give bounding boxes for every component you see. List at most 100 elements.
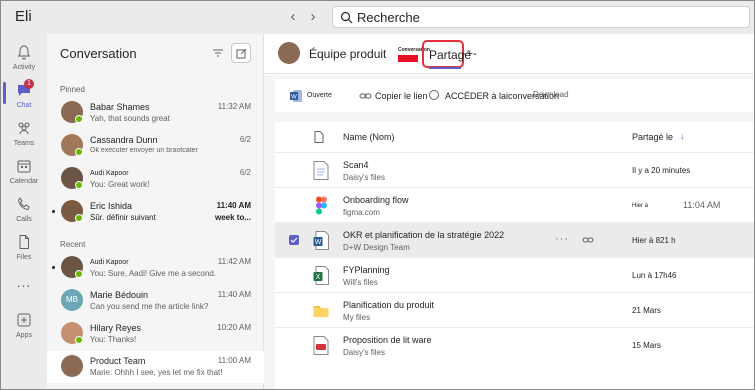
file-row[interactable]: X FYPlanning Will's files Lun à 17h46 bbox=[275, 257, 754, 292]
chat-bubble-icon bbox=[429, 90, 439, 100]
file-name: Onboarding flow bbox=[343, 195, 409, 205]
chat-item[interactable]: Audi Kapoor You: Sure, Aadi! Give me a s… bbox=[47, 252, 264, 284]
main-content: Équipe produit Conversation Partagé -+- … bbox=[264, 34, 754, 389]
chat-preview: Can you send me the article link? bbox=[90, 302, 209, 311]
chat-item-selected[interactable]: Product Team Marie: Ohhh I see, yes let … bbox=[47, 351, 264, 383]
link-icon bbox=[359, 93, 372, 99]
file-location: D+W Design Team bbox=[343, 243, 410, 252]
chat-item[interactable]: Eric Ishida Sûr. définir suivant 11:40 A… bbox=[47, 196, 264, 228]
rail-label: Chat bbox=[16, 102, 32, 109]
calendar-icon bbox=[17, 160, 31, 173]
chat-header: Équipe produit Conversation Partagé -+- bbox=[264, 34, 754, 74]
checkmark-icon bbox=[290, 237, 298, 243]
chat-preview: Ok exécuter envoyer un braotcater bbox=[90, 147, 198, 154]
rail-item-files[interactable]: Files bbox=[1, 228, 47, 268]
chat-name: Hilary Reyes bbox=[90, 323, 142, 333]
file-location: Will's files bbox=[343, 278, 378, 287]
chat-item[interactable]: Cassandra Dunn Ok exécuter envoyer un br… bbox=[47, 130, 264, 162]
file-location: Daisy's files bbox=[343, 348, 385, 357]
chat-preview: Yah, that sounds great bbox=[90, 114, 170, 123]
file-row[interactable]: Onboarding flow figma.com Hier à 11:04 A… bbox=[275, 187, 754, 222]
svg-text:X: X bbox=[316, 274, 321, 281]
open-button[interactable]: Ouverte bbox=[307, 92, 332, 99]
chat-name: Audi Kapoor bbox=[90, 259, 129, 266]
file-location: My files bbox=[343, 313, 371, 322]
rail-item-activity[interactable]: Activity bbox=[1, 38, 47, 78]
avatar-initials: MB bbox=[66, 295, 78, 304]
chat-time: 6/2 bbox=[239, 135, 251, 144]
presence-available-icon bbox=[75, 270, 83, 278]
more-apps-icon[interactable]: ... bbox=[1, 274, 47, 290]
search-icon bbox=[340, 11, 353, 24]
row-checkbox[interactable] bbox=[289, 235, 299, 245]
chat-time: 11:42 AM bbox=[217, 257, 251, 266]
chat-name: Cassandra Dunn bbox=[90, 135, 158, 145]
file-name: Scan4 bbox=[343, 160, 369, 170]
tab-add[interactable]: -+- bbox=[463, 48, 477, 60]
file-row-selected[interactable]: W OKR et planification de la stratégie 2… bbox=[275, 222, 754, 257]
file-location: figma.com bbox=[343, 208, 380, 217]
chat-badge: 1 bbox=[24, 79, 34, 89]
chat-time: 6/2 bbox=[239, 168, 251, 177]
file-location: Daisy's files bbox=[343, 173, 385, 182]
file-name: FYPlanning bbox=[343, 265, 390, 275]
unread-dot bbox=[52, 210, 55, 213]
presence-available-icon bbox=[75, 336, 83, 344]
column-shared[interactable]: Partagé le bbox=[632, 122, 673, 152]
unread-dot bbox=[52, 266, 55, 269]
sort-descending-icon[interactable]: ↓ bbox=[680, 131, 685, 141]
shared-date: 21 Mars bbox=[632, 306, 661, 315]
app-rail: Activity 1 Chat Teams Calendar Calls Fil… bbox=[1, 34, 47, 389]
chat-item[interactable]: Audi Kapoor You: Great work! 6/2 bbox=[47, 163, 264, 195]
files-table: Name (Nom) Partagé le ↓ Scan4 Daisy's fi… bbox=[275, 122, 754, 389]
panel-title: Conversation bbox=[60, 46, 137, 61]
forward-arrow-icon[interactable]: › bbox=[306, 9, 320, 25]
copy-link-button[interactable]: Copier le lien bbox=[375, 91, 428, 101]
document-file-icon bbox=[313, 161, 329, 180]
pdf-file-icon bbox=[313, 336, 329, 355]
group-name: Équipe produit bbox=[309, 47, 387, 61]
rail-item-chat[interactable]: 1 Chat bbox=[1, 76, 47, 116]
title-bar: Eli ‹ › Recherche bbox=[1, 1, 754, 34]
chat-item[interactable]: MB Marie Bédouin Can you send me the art… bbox=[47, 285, 264, 317]
shared-date: Il y a 20 minutes bbox=[632, 166, 691, 175]
link-icon[interactable] bbox=[582, 235, 594, 245]
excel-file-icon: X bbox=[313, 266, 329, 285]
file-name: OKR et planification de la stratégie 202… bbox=[343, 230, 505, 240]
filter-icon[interactable] bbox=[212, 47, 224, 59]
search-input[interactable]: Recherche bbox=[332, 6, 750, 28]
file-name: Proposition de lit ware bbox=[343, 335, 432, 345]
file-row[interactable]: Proposition de lit ware Daisy's files 15… bbox=[275, 327, 754, 362]
rail-item-teams[interactable]: Teams bbox=[1, 114, 47, 154]
file-row[interactable]: Planification du produit My files 21 Mar… bbox=[275, 292, 754, 327]
file-name: Planification du produit bbox=[343, 300, 435, 310]
chat-name: Audi Kapoor bbox=[90, 170, 129, 177]
column-name[interactable]: Name (Nom) bbox=[343, 122, 395, 152]
rail-label: Apps bbox=[16, 332, 32, 339]
shared-time: 11:04 AM bbox=[683, 200, 721, 210]
back-arrow-icon[interactable]: ‹ bbox=[286, 9, 300, 25]
chat-time: 11:32 AM bbox=[217, 102, 251, 111]
shared-date: Hier à bbox=[632, 203, 649, 209]
rail-item-calendar[interactable]: Calendar bbox=[1, 152, 47, 192]
download-button[interactable]: Download bbox=[533, 90, 569, 99]
chat-time: 11:00 AM bbox=[217, 356, 251, 365]
presence-available-icon bbox=[75, 214, 83, 222]
shared-date: 15 Mars bbox=[632, 341, 661, 350]
new-chat-button[interactable] bbox=[231, 43, 251, 63]
chat-name: Product Team bbox=[90, 356, 146, 366]
file-icon bbox=[19, 235, 29, 249]
chat-item[interactable]: Hilary Reyes You: Thanks! 10:20 AM bbox=[47, 318, 264, 350]
group-avatar bbox=[278, 42, 300, 64]
more-options-icon[interactable]: ··· bbox=[555, 233, 569, 245]
apps-icon bbox=[17, 313, 31, 327]
compose-icon bbox=[236, 48, 247, 59]
file-row[interactable]: Scan4 Daisy's files Il y a 20 minutes bbox=[275, 152, 754, 187]
file-type-column-icon bbox=[314, 131, 324, 143]
svg-text:W: W bbox=[291, 95, 297, 101]
chat-item[interactable]: Babar Shames Yah, that sounds great 11:3… bbox=[47, 97, 264, 129]
presence-available-icon bbox=[75, 115, 83, 123]
rail-item-apps[interactable]: Apps bbox=[1, 306, 47, 346]
avatar: MB bbox=[61, 289, 83, 311]
rail-item-calls[interactable]: Calls bbox=[1, 190, 47, 230]
